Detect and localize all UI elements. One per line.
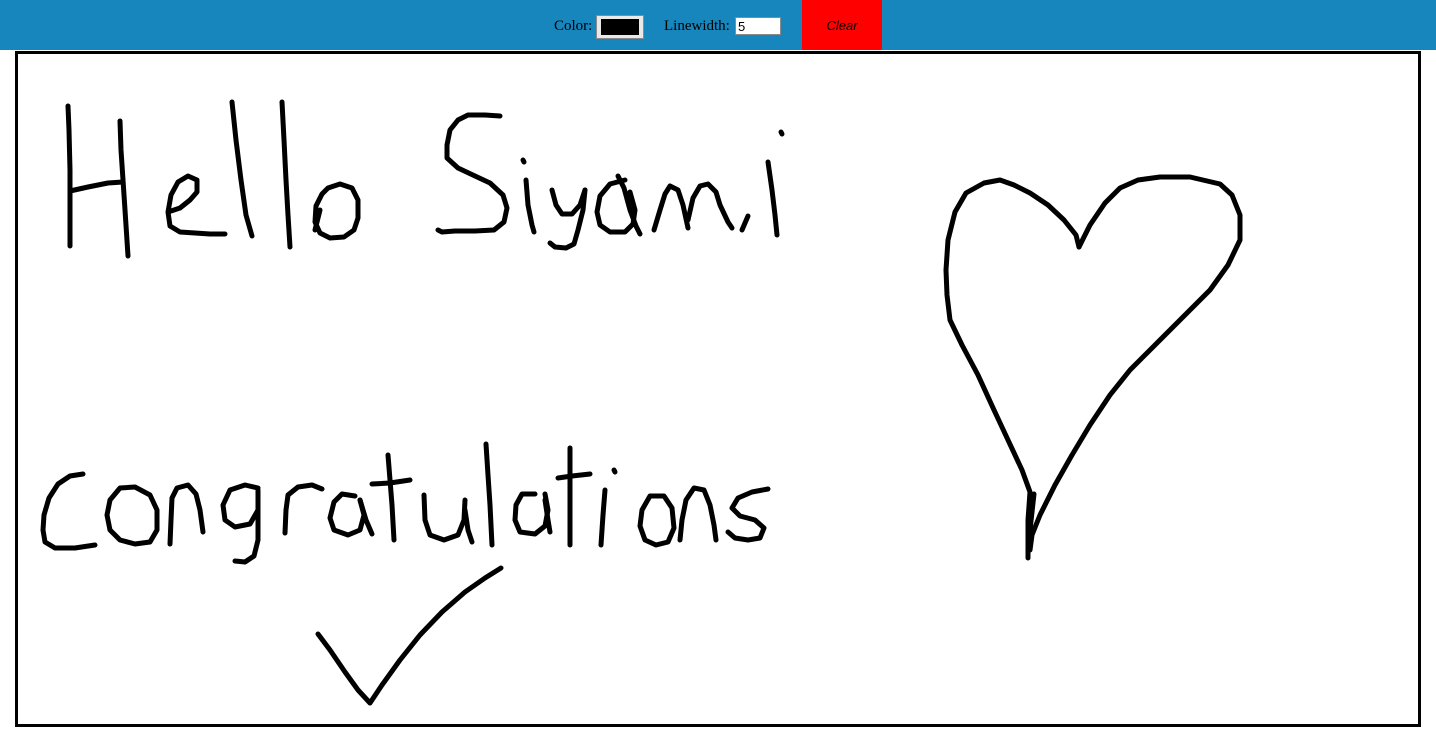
linewidth-label: Linewidth: — [664, 18, 730, 34]
color-swatch-fill — [601, 19, 639, 35]
color-picker[interactable] — [596, 15, 644, 39]
hello-siyami-handwriting — [65, 99, 785, 259]
linewidth-input[interactable] — [735, 17, 781, 35]
heart-doodle — [943, 174, 1243, 561]
drawing-canvas[interactable] — [15, 51, 1421, 727]
checkmark-doodle — [315, 565, 504, 706]
color-label: Color: — [554, 18, 593, 34]
congratulations-handwriting — [40, 441, 771, 565]
clear-button[interactable]: Clear — [802, 0, 882, 50]
canvas-drawing-layer — [40, 99, 1243, 706]
toolbar: Color: Linewidth: Clear — [0, 0, 1436, 50]
